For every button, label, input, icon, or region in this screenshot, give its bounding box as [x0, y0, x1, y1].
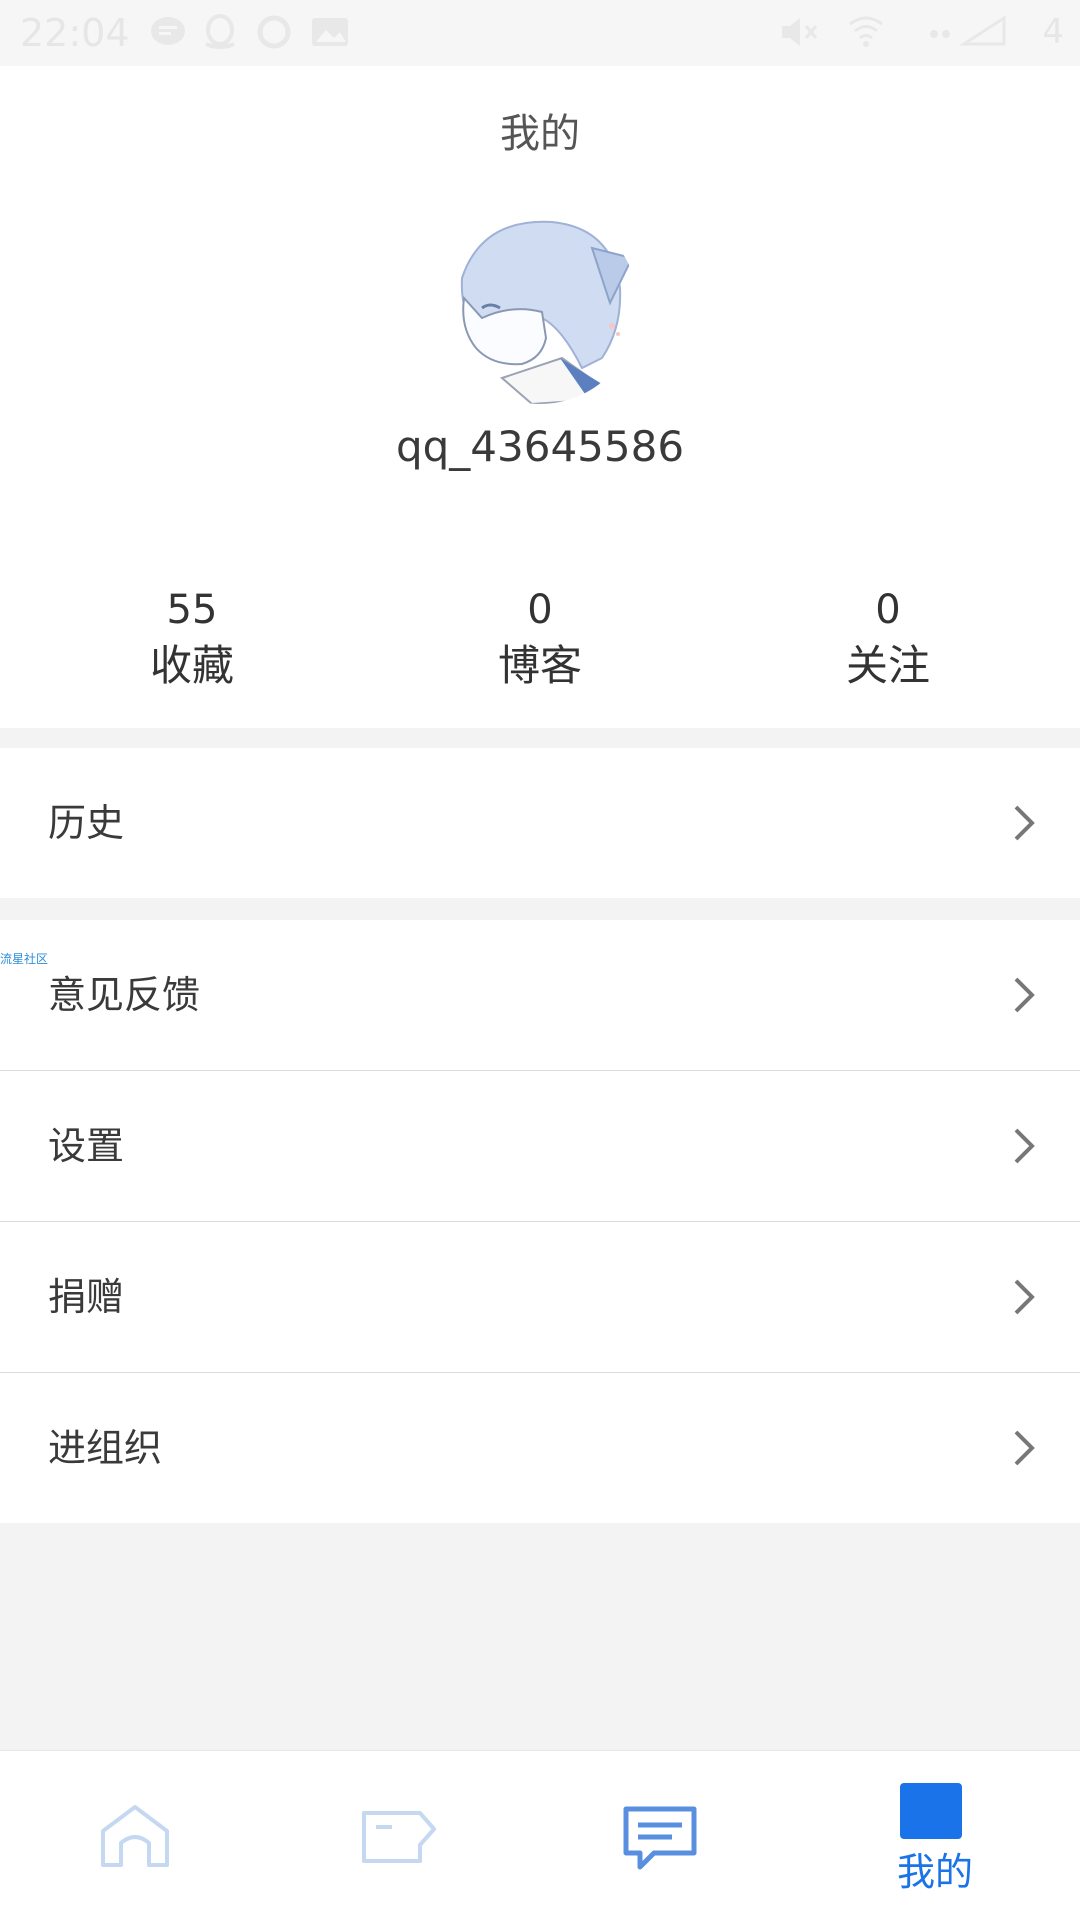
stat-blogs-label: 博客 [497, 641, 582, 690]
avatar[interactable] [442, 208, 638, 404]
wifi-icon [849, 16, 883, 47]
chevron-right-icon [1014, 977, 1035, 1013]
chevron-right-icon [1014, 805, 1035, 841]
tab-category[interactable] [263, 1751, 533, 1921]
menu-item-label: 历史 [48, 801, 125, 845]
battery-indicator: 4 [1042, 12, 1064, 52]
stat-favorites[interactable]: 55 收藏 [72, 584, 312, 696]
circle-notification-icon [257, 15, 291, 49]
menu-item-history[interactable]: 历史 [0, 748, 1080, 898]
chevron-right-icon [1014, 1430, 1035, 1466]
stat-following-count: 0 [875, 587, 901, 633]
menu-item-label: 捐赠 [48, 1275, 125, 1319]
tab-profile-label: 我的 [896, 1850, 973, 1894]
watermark-text: 流星社区 [0, 952, 49, 966]
menu-item-label: 进组织 [48, 1426, 163, 1470]
chevron-right-icon [1014, 1128, 1035, 1164]
avatar-image [442, 208, 638, 404]
page-title: 我的 [500, 111, 580, 157]
signal-icon [930, 15, 1006, 46]
qq-notification-icon [205, 14, 235, 49]
menu-item-donate[interactable]: 捐赠 [0, 1222, 1080, 1372]
profile-icon [900, 1783, 962, 1839]
status-time: 22:04 [20, 11, 130, 55]
stat-following[interactable]: 0 关注 [768, 584, 1008, 696]
stat-following-label: 关注 [845, 641, 930, 690]
mute-icon [782, 18, 818, 46]
profile-card: 我的 qq_43645586 55 收藏 0 博客 0 关注 [0, 66, 1080, 728]
stat-blogs[interactable]: 0 博客 [420, 584, 660, 696]
menu-item-label: 设置 [48, 1124, 125, 1168]
menu-item-join-org[interactable]: 进组织 [0, 1373, 1080, 1523]
tab-messages[interactable] [525, 1751, 795, 1921]
stat-favorites-count: 55 [166, 587, 218, 633]
menu-item-settings[interactable]: 设置 [0, 1071, 1080, 1221]
tab-profile[interactable]: 我的 [800, 1751, 1070, 1921]
stat-favorites-label: 收藏 [149, 641, 234, 690]
username: qq_43645586 [395, 422, 685, 471]
stat-blogs-count: 0 [527, 587, 553, 633]
message-icon [623, 1806, 697, 1870]
tab-home[interactable] [0, 1751, 270, 1921]
chevron-right-icon [1014, 1279, 1035, 1315]
menu-item-feedback[interactable]: 意见反馈 [0, 920, 1080, 1070]
image-notification-icon [312, 18, 348, 46]
menu-item-label: 意见反馈 [48, 973, 201, 1017]
tag-icon [362, 1811, 436, 1863]
chat-notification-icon [151, 17, 185, 45]
status-bar: 22:04 4 [0, 0, 1080, 66]
home-icon [101, 1805, 169, 1867]
bottom-nav: 我的 [0, 1750, 1080, 1921]
